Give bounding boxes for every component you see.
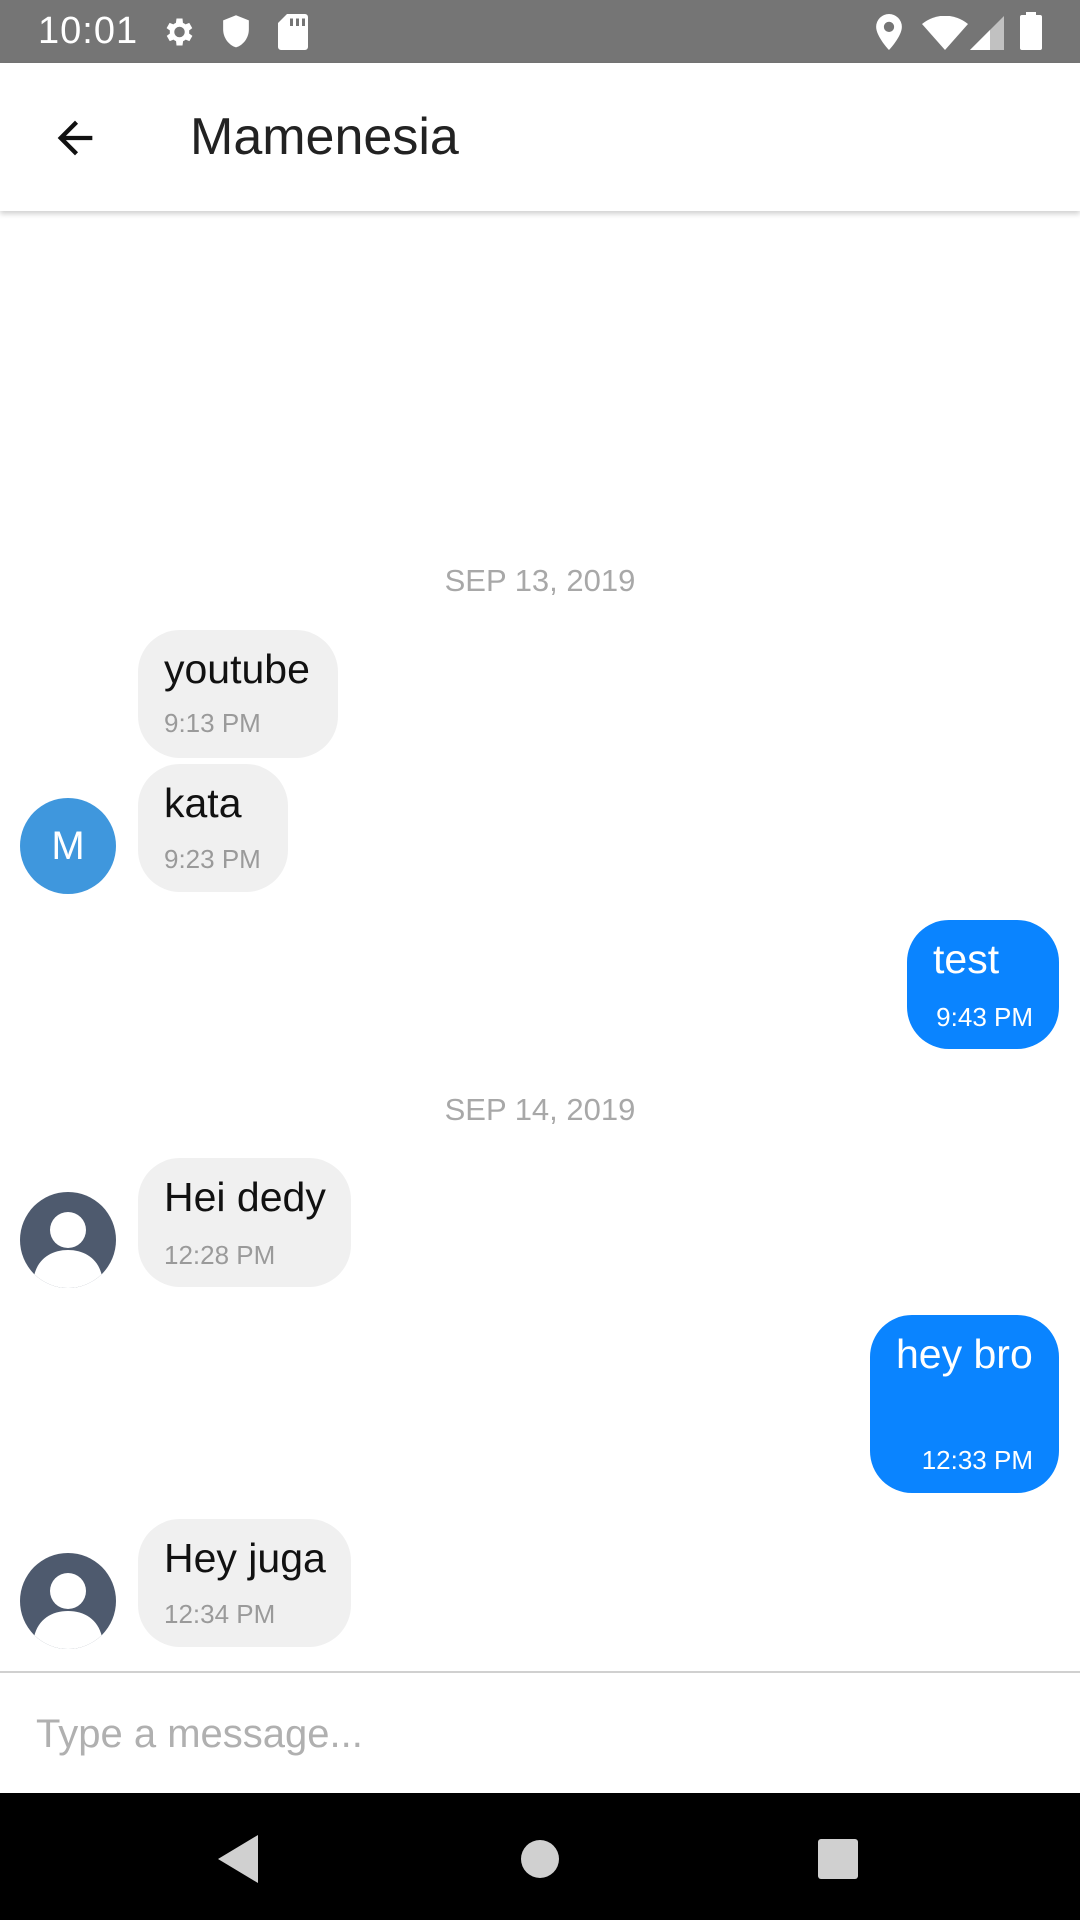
shield-icon <box>223 15 249 48</box>
message-input[interactable] <box>36 1695 1036 1773</box>
message-text: kata <box>164 780 242 826</box>
message-time: 9:23 PM <box>164 844 261 874</box>
date-separator: SEP 13, 2019 <box>444 563 636 598</box>
conversation-title: Mamenesia <box>190 108 459 166</box>
message-time: 12:33 PM <box>921 1445 1033 1475</box>
date-separator: SEP 14, 2019 <box>444 1092 636 1127</box>
back-triangle-icon[interactable] <box>210 1829 270 1889</box>
avatar[interactable] <box>20 1192 116 1288</box>
signal-icon <box>970 16 1004 50</box>
message-text: Hei dedy <box>164 1174 326 1220</box>
system-nav-bar <box>0 1793 1080 1920</box>
wifi-icon <box>922 16 968 50</box>
incoming-message-bubble[interactable]: Hei dedy 12:28 PM <box>138 1158 351 1287</box>
status-bar: 10:01 <box>0 0 1080 63</box>
message-text: Hey juga <box>164 1535 326 1581</box>
message-time: 12:28 PM <box>164 1240 276 1270</box>
app-bar: Mamenesia <box>0 63 1080 211</box>
message-list[interactable]: SEP 13, 2019 youtube 9:13 PM kata 9:23 P… <box>0 211 1080 1671</box>
back-button[interactable] <box>40 103 110 173</box>
gear-icon <box>166 18 193 46</box>
message-text: youtube <box>164 646 310 692</box>
outgoing-message-bubble[interactable]: test 9:43 PM <box>907 920 1059 1049</box>
outgoing-message-bubble[interactable]: hey bro 12:33 PM <box>870 1315 1059 1493</box>
incoming-message-bubble[interactable]: youtube 9:13 PM <box>138 630 338 758</box>
person-icon <box>34 1212 102 1288</box>
arrow-left-icon <box>57 120 93 156</box>
incoming-message-bubble[interactable]: Hey juga 12:34 PM <box>138 1519 351 1647</box>
battery-icon <box>1020 12 1042 50</box>
composer-bar <box>0 1671 1080 1793</box>
message-text: hey bro <box>896 1331 1033 1377</box>
sd-card-icon <box>278 14 308 50</box>
incoming-message-bubble[interactable]: kata 9:23 PM <box>138 764 288 892</box>
avatar[interactable]: M <box>20 798 116 894</box>
message-time: 12:34 PM <box>164 1599 276 1629</box>
message-time: 9:43 PM <box>936 1002 1033 1032</box>
message-text: test <box>933 936 1000 982</box>
person-icon <box>34 1573 102 1649</box>
status-time: 10:01 <box>38 10 139 52</box>
message-time: 9:13 PM <box>164 708 261 738</box>
location-icon <box>876 14 902 50</box>
home-circle-icon[interactable] <box>510 1829 570 1889</box>
recents-square-icon[interactable] <box>808 1829 868 1889</box>
avatar[interactable] <box>20 1553 116 1649</box>
